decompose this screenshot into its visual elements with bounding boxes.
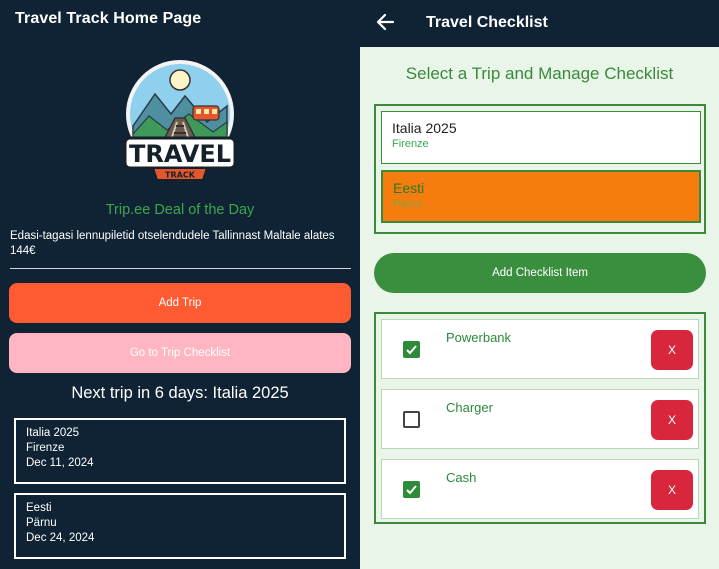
logo-subtext: TRACK [165,171,196,180]
trip-city: Pärnu [26,517,57,529]
home-screen: Travel Track Home Page TRAVEL TRACK Trip… [0,0,360,569]
delete-item-button[interactable]: X [651,470,693,510]
page-title: Travel Track Home Page [15,10,202,27]
checklist-screen: Travel Checklist Select a Trip and Manag… [360,0,719,569]
next-trip-heading: Next trip in 6 days: Italia 2025 [71,384,289,402]
logo-text: TRAVEL [129,140,231,168]
trip-option-selected[interactable]: Eesti Pärnu [381,170,701,223]
checkbox-checked[interactable] [403,341,420,358]
divider [10,268,351,269]
trip-city: Firenze [26,442,65,454]
checklist-items: Powerbank X Charger X Cash X [374,312,706,524]
add-trip-button[interactable]: Add Trip [9,283,351,323]
trip-name: Italia 2025 [26,427,80,439]
checkbox-unchecked[interactable] [403,411,420,428]
trip-option-name: Italia 2025 [392,120,457,136]
trip-selector-list: Italia 2025 Firenze Eesti Pärnu [374,104,706,234]
trip-date: Dec 11, 2024 [26,457,94,469]
go-to-checklist-button[interactable]: Go to Trip Checklist [9,333,351,373]
trip-option-city: Pärnu [393,198,423,210]
trip-card[interactable]: Eesti Pärnu Dec 24, 2024 [14,493,346,559]
deal-text: Edasi-tagasi lennupiletid otselendudele … [10,230,335,257]
app-bar-title: Travel Checklist [426,14,548,31]
checklist-item: Cash X [381,459,699,519]
trip-option-name: Eesti [393,180,425,196]
add-checklist-item-button[interactable]: Add Checklist Item [374,253,706,293]
trip-option[interactable]: Italia 2025 Firenze [381,111,701,164]
trip-card[interactable]: Italia 2025 Firenze Dec 11, 2024 [14,418,346,484]
checkbox-checked[interactable] [403,481,420,498]
deal-title: Trip.ee Deal of the Day [105,202,255,218]
checklist-item-label: Cash [446,470,477,485]
checklist-item: Powerbank X [381,319,699,379]
checklist-item-label: Powerbank [446,330,512,345]
checkmark-icon [406,485,417,495]
trip-name: Eesti [26,502,52,514]
section-title: Select a Trip and Manage Checklist [405,64,674,83]
delete-item-button[interactable]: X [651,330,693,370]
travel-track-logo: TRAVEL TRACK [119,56,241,188]
app-bar: Travel Checklist [360,0,719,47]
checklist-item: Charger X [381,389,699,449]
trip-date: Dec 24, 2024 [26,532,95,544]
arrow-left-icon[interactable] [376,12,396,32]
trip-option-city: Firenze [392,138,429,150]
delete-item-button[interactable]: X [651,400,693,440]
checklist-item-label: Charger [446,400,493,415]
checkmark-icon [406,345,417,355]
